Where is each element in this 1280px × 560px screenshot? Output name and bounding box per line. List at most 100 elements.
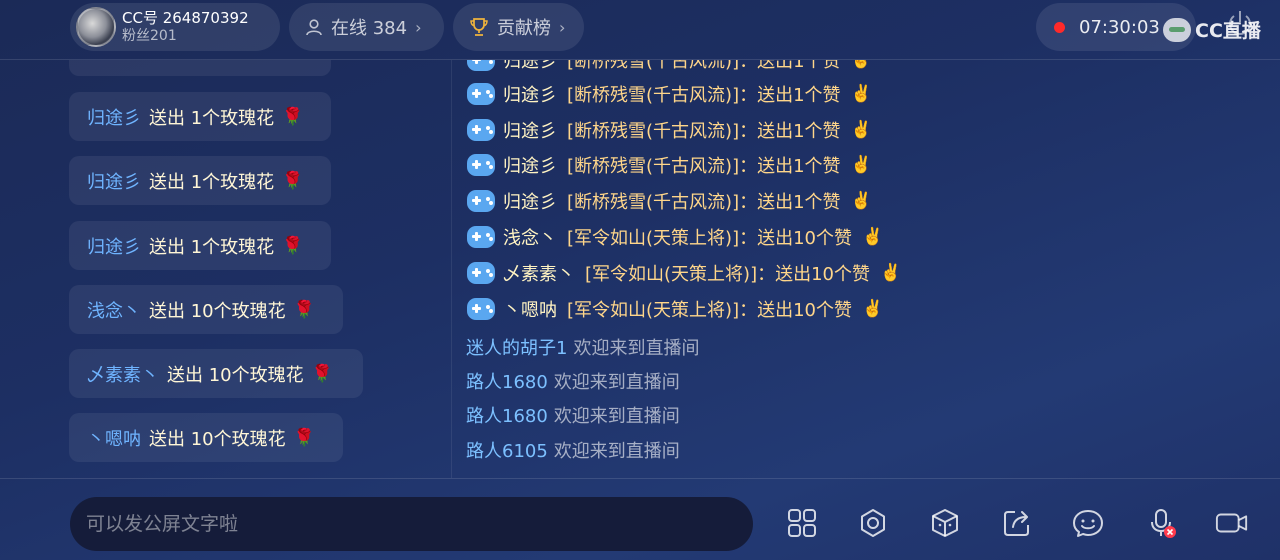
chat-message: 归途彡 [断桥残雪(千古风流)] ：送出1个赞 ✌️ [467,150,872,180]
message-guild: [军令如山(天策上将)] [567,300,740,321]
gift-list[interactable]: 归途彡 送出 1个玫瑰花 🌹 归途彡 送出 1个玫瑰花 🌹 归途彡 送出 1个玫… [0,60,452,478]
streamer-info[interactable]: CC号 264870392 粉丝201 [70,3,280,51]
share-icon [1004,511,1029,536]
message-guild: [断桥残雪(千古风流)] [567,192,740,213]
emoji-button[interactable] [1071,506,1105,540]
welcome-text: 欢迎来到直播间 [553,406,680,427]
message-action: ：送出1个赞 [739,85,841,106]
message-sender[interactable]: 乄素素丶 [503,260,575,286]
chat-message: 归途彡 [断桥残雪(千古风流)] ：送出1个赞 ✌️ [467,60,872,75]
welcome-user[interactable]: 路人6105 [466,437,548,463]
welcome-user[interactable]: 路人1680 [466,368,548,394]
message-action: ：送出10个赞 [739,228,852,249]
message-sender[interactable]: 丶嗯呐 [503,296,557,322]
welcome-text: 欢迎来到直播间 [553,372,680,393]
like-hand-icon: ✌️ [850,155,872,175]
top-bar: CC号 264870392 粉丝201 在线 384 › 贡献榜 › 07:30… [0,0,1280,60]
fans-count: 粉丝201 [122,27,177,44]
avatar[interactable] [76,7,116,47]
trophy-icon [470,18,488,36]
settings-button[interactable] [856,506,890,540]
settings-icon [861,509,885,537]
chevron-right-icon: › [559,17,566,37]
gift-bubble: 归途彡 送出 1个玫瑰花 🌹 [69,221,331,270]
gamepad-icon [467,262,495,284]
gift-sender[interactable]: 归途彡 [87,233,141,259]
gift-action: 送出 10个玫瑰花 [149,300,286,322]
message-sender[interactable]: 浅念丶 [503,224,557,250]
gift-sender[interactable]: 归途彡 [87,168,141,194]
welcome-text: 欢迎来到直播间 [573,338,700,359]
rose-icon: 🌹 [282,235,304,256]
rose-icon: 🌹 [293,299,315,320]
gift-sender[interactable]: 丶嗯呐 [87,425,141,451]
message-sender[interactable]: 归途彡 [503,188,557,214]
welcome-message: 迷人的胡子1 欢迎来到直播间 [466,332,699,362]
gift-sender[interactable]: 乄素素丶 [87,361,159,387]
cc-logo-icon [1163,17,1191,42]
message-action: ：送出1个赞 [739,60,841,72]
chat-message: 归途彡 [断桥残雪(千古风流)] ：送出1个赞 ✌️ [467,186,872,216]
gift-bubble: 丶嗯呐 送出 10个玫瑰花 🌹 [69,413,343,462]
gamepad-icon [467,83,495,105]
online-count: 在线 384 [331,18,408,39]
chat-message: 归途彡 [断桥残雪(千古风流)] ：送出1个赞 ✌️ [467,79,872,109]
gamepad-icon [467,226,495,248]
welcome-user[interactable]: 路人1680 [466,402,548,428]
like-hand-icon: ✌️ [862,227,884,247]
rose-icon: 🌹 [293,427,315,448]
gift-bubble: 浅念丶 送出 10个玫瑰花 🌹 [69,285,343,334]
user-icon [306,19,322,36]
message-guild: [断桥残雪(千古风流)] [567,156,740,177]
message-sender[interactable]: 归途彡 [503,60,557,73]
message-action: ：送出10个赞 [757,264,870,285]
mic-muted-icon [1151,509,1176,538]
message-action: ：送出10个赞 [739,300,852,321]
apps-button[interactable] [785,506,819,540]
like-hand-icon: ✌️ [850,120,872,140]
gamepad-icon [467,119,495,141]
cube-icon [932,509,958,537]
chat-message-list[interactable]: 归途彡 [断桥残雪(千古风流)] ：送出1个赞 ✌️ 归途彡 [断桥残雪(千古风… [453,60,1280,478]
welcome-text: 欢迎来到直播间 [553,441,680,462]
share-button[interactable] [1000,506,1034,540]
cc-id: CC号 264870392 [122,9,249,28]
welcome-user[interactable]: 迷人的胡子1 [466,334,567,360]
online-count-button[interactable]: 在线 384 › [289,3,444,51]
camera-icon [1215,513,1248,533]
timer-text: 07:30:03 [1079,16,1160,38]
welcome-message: 路人6105 欢迎来到直播间 [466,435,680,465]
gift-bubble: 归途彡 送出 1个玫瑰花 🌹 [69,92,331,141]
gift-sender[interactable]: 浅念丶 [87,297,141,323]
rank-label: 贡献榜 [497,18,551,39]
gamepad-icon [467,298,495,320]
effects-button[interactable] [928,506,962,540]
gift-bubble-partial [69,60,331,76]
contribution-rank-button[interactable]: 贡献榜 › [453,3,584,51]
message-sender[interactable]: 归途彡 [503,152,557,178]
chat-message: 归途彡 [断桥残雪(千古风流)] ：送出1个赞 ✌️ [467,115,872,145]
message-sender[interactable]: 归途彡 [503,81,557,107]
gamepad-icon [467,190,495,212]
gift-action: 送出 1个玫瑰花 [149,171,275,193]
chat-message: 浅念丶 [军令如山(天策上将)] ：送出10个赞 ✌️ [467,222,883,252]
gift-sender[interactable]: 归途彡 [87,104,141,130]
message-guild: [断桥残雪(千古风流)] [567,121,740,142]
gamepad-icon [467,154,495,176]
like-hand-icon: ✌️ [880,263,902,283]
message-sender[interactable]: 归途彡 [503,117,557,143]
power-icon[interactable] [1224,8,1256,40]
grid-icon [788,509,816,537]
gift-bubble: 归途彡 送出 1个玫瑰花 🌹 [69,156,331,205]
microphone-button[interactable] [1144,506,1178,540]
bottom-bar [0,478,1280,560]
gift-action: 送出 1个玫瑰花 [149,107,275,129]
message-guild: [断桥残雪(千古风流)] [567,60,740,72]
rose-icon: 🌹 [282,170,304,191]
message-action: ：送出1个赞 [739,156,841,177]
message-guild: [军令如山(天策上将)] [585,264,758,285]
gift-action: 送出 10个玫瑰花 [149,428,286,450]
chat-input[interactable] [70,497,753,551]
welcome-message: 路人1680 欢迎来到直播间 [466,366,680,396]
camera-button[interactable] [1215,506,1249,540]
